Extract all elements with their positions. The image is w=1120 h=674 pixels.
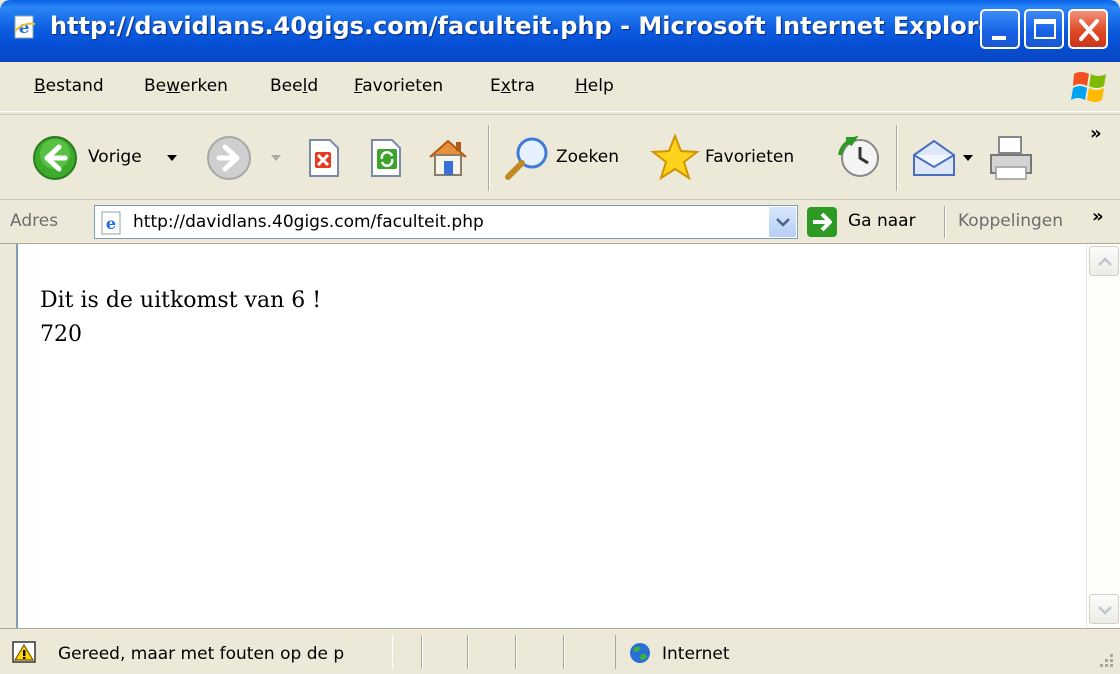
favorites-star-icon[interactable] bbox=[650, 133, 700, 183]
menu-bar: Bestand Bewerken Beeld Favorieten Extra … bbox=[0, 62, 1120, 112]
mail-icon[interactable] bbox=[910, 135, 958, 181]
links-more-button[interactable]: » bbox=[1092, 206, 1104, 227]
search-icon[interactable] bbox=[502, 133, 552, 183]
back-label[interactable]: Vorige bbox=[88, 147, 142, 167]
print-icon[interactable] bbox=[986, 133, 1036, 183]
address-dropdown-button[interactable] bbox=[768, 207, 796, 237]
links-label[interactable]: Koppelingen bbox=[958, 211, 1063, 231]
browser-window: e http://davidlans.40gigs.com/faculteit.… bbox=[0, 0, 1120, 674]
page-content: Dit is de uitkomst van 6 ! 720 bbox=[16, 244, 1120, 628]
status-message: Gereed, maar met fouten op de p bbox=[58, 644, 345, 664]
address-value[interactable]: http://davidlans.40gigs.com/faculteit.ph… bbox=[133, 212, 484, 232]
page-icon: e bbox=[101, 211, 121, 235]
close-button[interactable] bbox=[1068, 9, 1108, 49]
forward-dropdown-icon[interactable] bbox=[270, 153, 282, 163]
address-bar: Adres e http://davidlans.40gigs.com/facu… bbox=[0, 200, 1120, 244]
svg-text:e: e bbox=[19, 18, 30, 38]
address-label: Adres bbox=[10, 211, 59, 231]
vertical-scrollbar[interactable] bbox=[1086, 244, 1120, 628]
refresh-icon[interactable] bbox=[366, 137, 406, 179]
history-icon[interactable] bbox=[834, 133, 884, 183]
menu-help[interactable]: Help bbox=[575, 76, 614, 96]
chevron-down-icon bbox=[776, 218, 790, 227]
status-panel bbox=[516, 635, 564, 669]
forward-icon[interactable] bbox=[206, 135, 252, 181]
close-icon bbox=[1079, 19, 1099, 41]
mail-dropdown-icon[interactable] bbox=[962, 153, 974, 163]
links-separator bbox=[944, 206, 946, 238]
security-zone-label: Internet bbox=[662, 644, 730, 664]
page-text: Dit is de uitkomst van 6 ! 720 bbox=[40, 284, 321, 352]
status-panel bbox=[564, 635, 616, 669]
svg-text:e: e bbox=[106, 214, 116, 233]
minimize-icon bbox=[992, 36, 1006, 40]
menu-beeld[interactable]: Beeld bbox=[270, 76, 318, 96]
scroll-up-button[interactable] bbox=[1089, 246, 1119, 276]
title-bar[interactable]: e http://davidlans.40gigs.com/faculteit.… bbox=[0, 0, 1120, 62]
toolbar-more-button[interactable]: » bbox=[1090, 123, 1102, 144]
result-message: Dit is de uitkomst van 6 ! bbox=[40, 288, 322, 313]
result-value: 720 bbox=[40, 322, 82, 347]
menu-bestand[interactable]: Bestand bbox=[34, 76, 104, 96]
home-icon[interactable] bbox=[424, 133, 472, 181]
ie-page-icon: e bbox=[14, 15, 36, 39]
chevron-down-icon bbox=[1098, 606, 1112, 615]
standard-toolbar: Vorige Zoeken Favorieten » bbox=[0, 114, 1120, 200]
window-title: http://davidlans.40gigs.com/faculteit.ph… bbox=[50, 12, 1007, 40]
status-bar: Gereed, maar met fouten op de p Internet bbox=[0, 628, 1120, 674]
menu-favorieten[interactable]: Favorieten bbox=[354, 76, 443, 96]
windows-logo-icon bbox=[1071, 72, 1106, 102]
status-panel bbox=[422, 635, 468, 669]
menu-extra[interactable]: Extra bbox=[490, 76, 535, 96]
resize-grip-icon[interactable] bbox=[1094, 648, 1116, 670]
go-arrow-icon[interactable] bbox=[806, 206, 838, 238]
back-icon[interactable] bbox=[32, 135, 78, 181]
warning-icon[interactable] bbox=[12, 641, 38, 665]
status-panel bbox=[392, 635, 422, 669]
toolbar-separator bbox=[896, 125, 898, 191]
stop-icon[interactable] bbox=[302, 137, 342, 179]
scroll-down-button[interactable] bbox=[1089, 594, 1119, 624]
favorites-label[interactable]: Favorieten bbox=[705, 147, 794, 167]
search-label[interactable]: Zoeken bbox=[556, 147, 619, 167]
internet-globe-icon bbox=[630, 643, 650, 663]
address-input[interactable]: e http://davidlans.40gigs.com/faculteit.… bbox=[94, 205, 798, 239]
minimize-button[interactable] bbox=[980, 9, 1020, 49]
back-dropdown-icon[interactable] bbox=[166, 153, 178, 163]
maximize-button[interactable] bbox=[1024, 9, 1064, 49]
toolbar-separator bbox=[488, 125, 490, 191]
maximize-icon bbox=[1034, 19, 1056, 39]
chevron-up-icon bbox=[1098, 257, 1112, 266]
menu-bewerken[interactable]: Bewerken bbox=[144, 76, 228, 96]
go-button-label[interactable]: Ga naar bbox=[848, 211, 916, 231]
status-panel bbox=[468, 635, 516, 669]
